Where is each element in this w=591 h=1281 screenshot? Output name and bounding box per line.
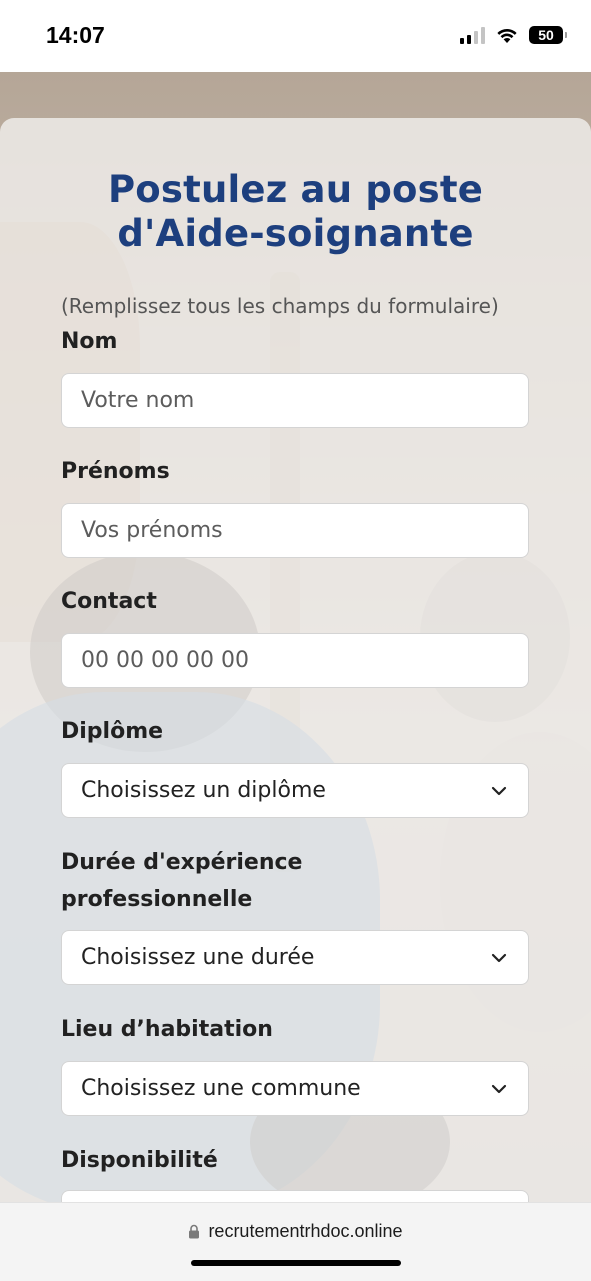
url-text: recrutementrhdoc.online: [208, 1221, 403, 1241]
label-duree-line-2: professionnelle: [61, 887, 253, 912]
prenoms-input[interactable]: Vos prénoms: [61, 503, 529, 558]
prenoms-placeholder: Vos prénoms: [81, 518, 223, 543]
status-bar: 14:07 50: [0, 0, 591, 72]
status-icons: 50: [460, 26, 567, 44]
status-time: 14:07: [46, 22, 105, 48]
form-instructions: (Remplissez tous les champs du formulair…: [61, 294, 499, 318]
browser-address-bar[interactable]: recrutementrhdoc.online: [0, 1202, 591, 1281]
label-contact: Contact: [61, 589, 157, 614]
nom-placeholder: Votre nom: [81, 388, 195, 413]
label-nom: Nom: [61, 329, 118, 354]
battery-level: 50: [538, 27, 554, 43]
contact-placeholder: 00 00 00 00 00: [81, 648, 249, 673]
chevron-down-icon: [491, 786, 507, 796]
duree-selected: Choisissez une durée: [81, 945, 315, 970]
label-duree-line-1: Durée d'expérience: [61, 850, 303, 875]
url-display[interactable]: recrutementrhdoc.online: [0, 1221, 591, 1242]
label-duree-experience: Durée d'expérience professionnelle: [61, 844, 302, 918]
home-indicator[interactable]: [191, 1260, 401, 1266]
duree-experience-select[interactable]: Choisissez une durée: [61, 930, 529, 985]
cellular-signal-icon: [460, 26, 485, 44]
chevron-down-icon: [491, 953, 507, 963]
page-title: Postulez au poste d'Aide-soignante: [0, 168, 591, 256]
label-diplome: Diplôme: [61, 719, 164, 744]
lieu-habitation-select[interactable]: Choisissez une commune: [61, 1061, 529, 1116]
title-line-1: Postulez au poste: [107, 168, 484, 211]
nom-input[interactable]: Votre nom: [61, 373, 529, 428]
battery-icon: 50: [529, 26, 567, 44]
label-disponibilite: Disponibilité: [61, 1148, 218, 1173]
label-lieu-habitation: Lieu d’habitation: [61, 1017, 273, 1042]
title-line-2: d'Aide-soignante: [117, 212, 474, 255]
diplome-selected: Choisissez un diplôme: [81, 778, 326, 803]
chevron-down-icon: [491, 1084, 507, 1094]
label-prenoms: Prénoms: [61, 459, 170, 484]
wifi-icon: [497, 28, 517, 43]
lock-icon: [189, 1224, 200, 1239]
contact-input[interactable]: 00 00 00 00 00: [61, 633, 529, 688]
lieu-selected: Choisissez une commune: [81, 1076, 361, 1101]
diplome-select[interactable]: Choisissez un diplôme: [61, 763, 529, 818]
